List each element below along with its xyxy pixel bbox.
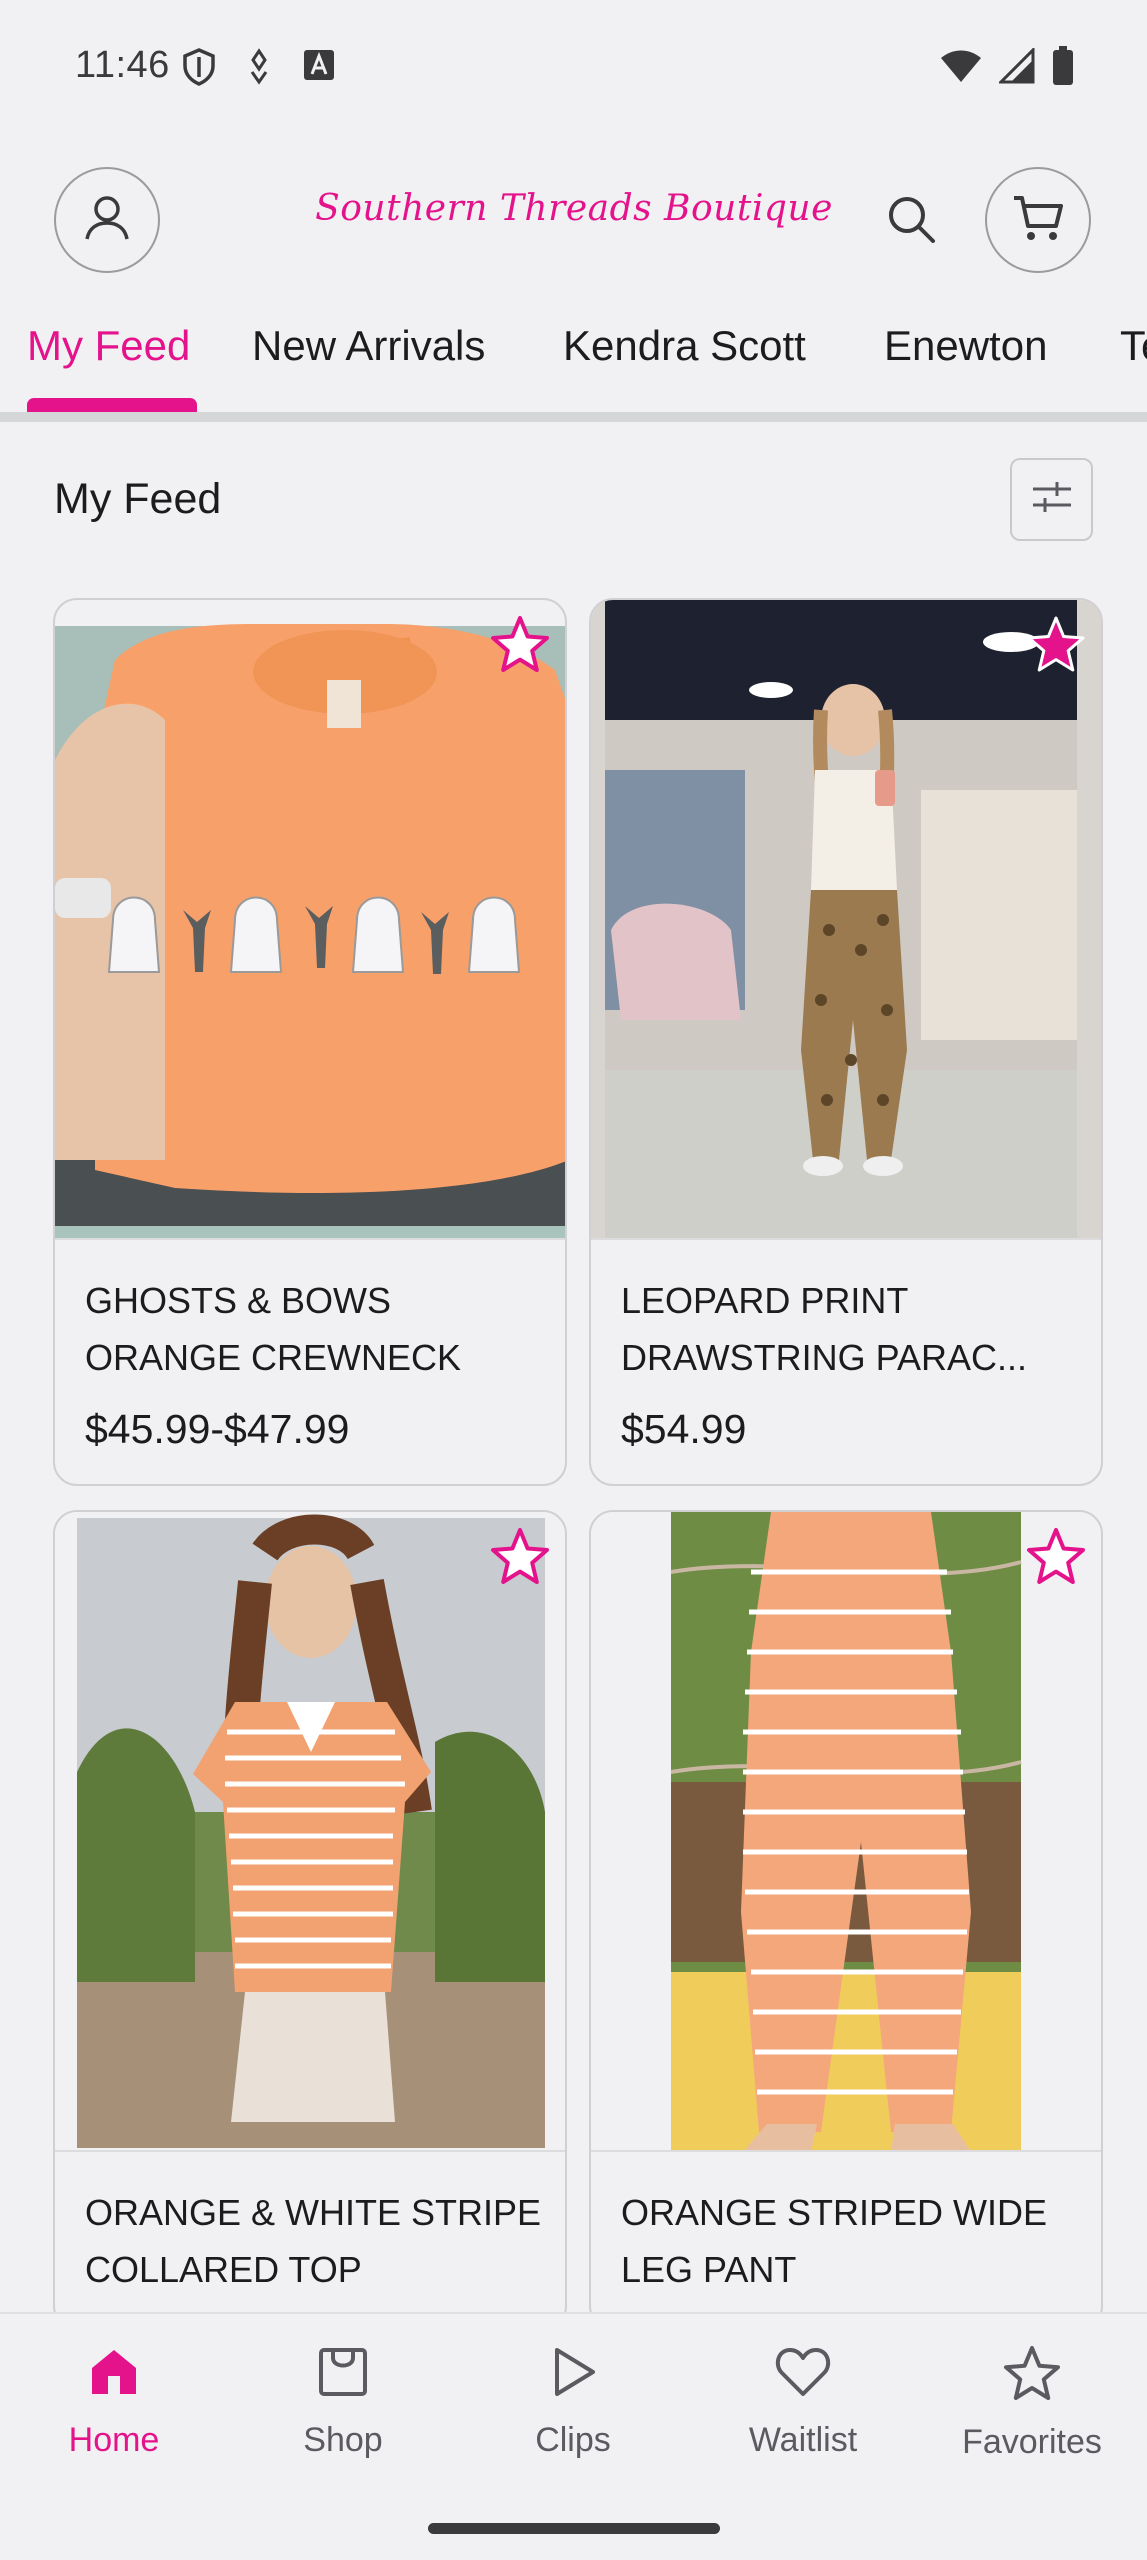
search-button[interactable] — [878, 188, 944, 254]
nav-waitlist[interactable]: Waitlist — [703, 2344, 903, 2460]
card-divider — [55, 2150, 565, 2152]
app-screen: 11:46 Southern Threads Boutique My Feed … — [0, 0, 1147, 2560]
tab-enewton[interactable]: Enewton — [884, 322, 1047, 370]
nav-shop[interactable]: Shop — [243, 2344, 443, 2460]
card-divider — [591, 1238, 1101, 1240]
filter-button[interactable] — [1010, 458, 1093, 541]
nav-shop-label: Shop — [303, 2421, 383, 2459]
status-right-icons — [939, 46, 1075, 91]
battery-icon — [1051, 46, 1075, 91]
favorite-star-icon[interactable] — [1025, 1526, 1087, 1588]
feed-title: My Feed — [54, 475, 222, 523]
product-image[interactable] — [55, 600, 565, 1240]
nav-home-label: Home — [68, 2421, 160, 2459]
account-button[interactable] — [54, 167, 160, 273]
heart-icon — [774, 2348, 832, 2404]
product-name[interactable]: GHOSTS & BOWS ORANGE CREWNECK — [85, 1272, 545, 1386]
favorite-star-icon[interactable] — [489, 1526, 551, 1588]
active-tab-indicator — [27, 398, 197, 412]
product-card[interactable]: ORANGE STRIPED WIDE LEG PANT — [589, 1510, 1103, 2330]
cart-icon — [1011, 192, 1065, 249]
keyboard-a-icon — [302, 48, 336, 87]
play-icon — [545, 2348, 601, 2404]
product-image[interactable] — [591, 1512, 1101, 2152]
product-image[interactable] — [591, 600, 1101, 1240]
cart-button[interactable] — [985, 167, 1091, 273]
tabs-divider — [0, 412, 1147, 422]
tab-new-arrivals[interactable]: New Arrivals — [252, 322, 485, 370]
nav-clips[interactable]: Clips — [473, 2344, 673, 2460]
product-card[interactable]: GHOSTS & BOWS ORANGE CREWNECK $45.99-$47… — [53, 598, 567, 1486]
product-name[interactable]: LEOPARD PRINT DRAWSTRING PARAC... — [621, 1272, 1081, 1386]
search-icon — [885, 193, 937, 250]
tab-te[interactable]: Te — [1120, 322, 1147, 370]
signal-icon — [997, 46, 1035, 89]
tab-kendra-scott[interactable]: Kendra Scott — [563, 322, 806, 370]
product-card[interactable]: ORANGE & WHITE STRIPE COLLARED TOP — [53, 1510, 567, 2330]
shield-icon — [182, 48, 216, 91]
product-price: $54.99 — [621, 1406, 747, 1452]
product-image[interactable] — [55, 1512, 565, 2152]
nav-favorites-label: Favorites — [962, 2423, 1102, 2461]
data-saver-icon — [244, 48, 274, 91]
nav-clips-label: Clips — [535, 2421, 611, 2459]
wifi-icon — [939, 48, 983, 89]
shopping-bag-icon — [315, 2348, 371, 2404]
gesture-bar[interactable] — [428, 2523, 720, 2534]
product-name[interactable]: ORANGE STRIPED WIDE LEG PANT — [621, 2184, 1081, 2298]
favorite-star-icon[interactable] — [1025, 614, 1087, 676]
home-icon — [86, 2350, 142, 2404]
status-bar: 11:46 — [0, 0, 1147, 140]
product-price: $45.99-$47.99 — [85, 1406, 350, 1452]
card-divider — [591, 2150, 1101, 2152]
star-icon — [1002, 2346, 1062, 2406]
card-divider — [55, 1238, 565, 1240]
brand-logo: Southern Threads Boutique — [315, 188, 833, 229]
user-icon — [81, 192, 133, 249]
favorite-star-icon[interactable] — [489, 614, 551, 676]
nav-home[interactable]: Home — [14, 2344, 214, 2460]
product-name[interactable]: ORANGE & WHITE STRIPE COLLARED TOP — [85, 2184, 545, 2298]
nav-favorites[interactable]: Favorites — [932, 2344, 1132, 2462]
product-card[interactable]: LEOPARD PRINT DRAWSTRING PARAC... $54.99 — [589, 598, 1103, 1486]
tab-my-feed[interactable]: My Feed — [27, 322, 190, 370]
nav-waitlist-label: Waitlist — [748, 2421, 858, 2459]
status-time: 11:46 — [75, 44, 170, 86]
sliders-icon — [1029, 477, 1075, 522]
